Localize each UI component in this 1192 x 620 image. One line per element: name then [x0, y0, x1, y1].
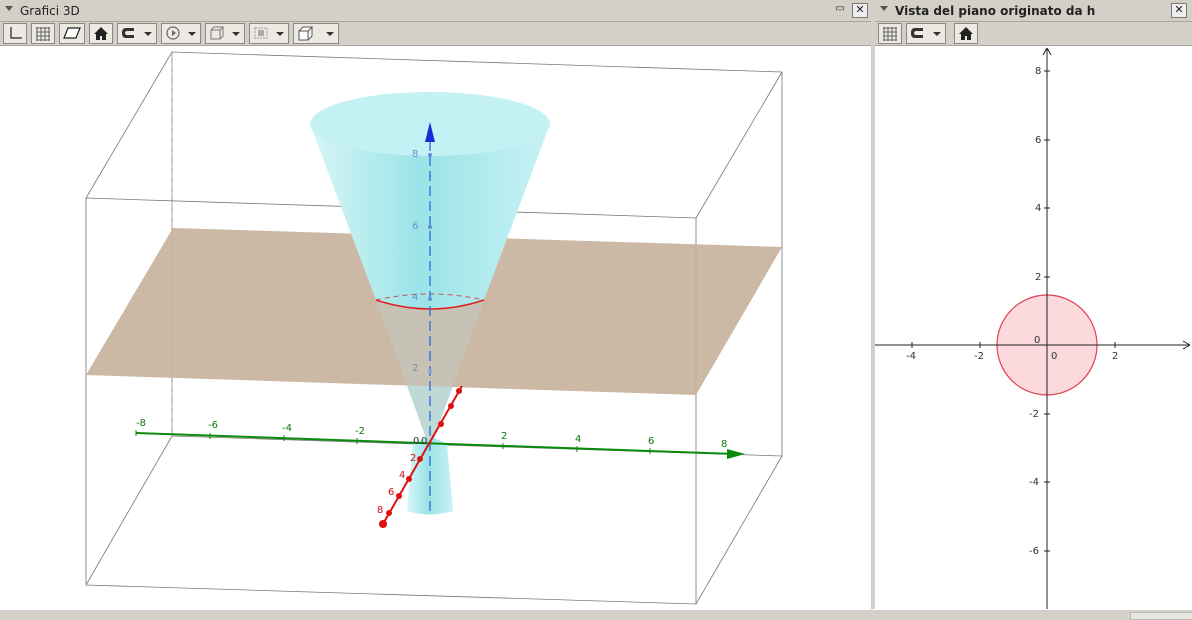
axes-toggle-button[interactable]: [3, 23, 27, 44]
view-titlebar: Grafici 3D ▭ ✕: [0, 0, 871, 22]
z-tick-label: 4: [412, 292, 418, 303]
grid-icon: [36, 27, 50, 41]
y-tick-label: -4: [1029, 477, 1039, 488]
grid-toggle-button[interactable]: [31, 23, 55, 44]
x-tick-label: 2: [501, 431, 507, 442]
y-tick-label: -2: [1029, 409, 1039, 420]
home-button[interactable]: [954, 23, 978, 44]
clipping-icon: [254, 27, 268, 39]
magnet-icon: [122, 28, 134, 38]
home-button[interactable]: [89, 23, 113, 44]
grid-toggle-button[interactable]: [878, 23, 902, 44]
view-direction-dropdown[interactable]: [205, 23, 245, 44]
x-tick-label: -4: [906, 351, 916, 362]
z-tick-label: 8: [412, 149, 418, 160]
y-tick-label: -6: [1029, 546, 1039, 557]
y-tick-label: 8: [1035, 66, 1041, 77]
point-capturing-dropdown[interactable]: [117, 23, 157, 44]
view-direction-icon: [210, 26, 225, 40]
x-tick-label: -2: [355, 426, 365, 437]
home-icon: [959, 27, 973, 40]
x-tick-label: 2: [1112, 351, 1118, 362]
view-title: Grafici 3D: [20, 4, 80, 18]
graphics-3d-canvas[interactable]: 2 4 6 8 -8 -6 -4 -2 0 0 2 4 6 8 2 4 6 8: [0, 46, 871, 609]
x-tick-label: 4: [575, 434, 581, 445]
y-tick-label: 8: [377, 505, 383, 516]
x-tick-label: -6: [208, 420, 218, 431]
style-bar: [0, 22, 871, 46]
origin-label: 0: [421, 436, 427, 447]
x-origin-label: 0: [413, 436, 419, 447]
plane-2d-view: Vista del piano originato da h ✕ -4 -2 0: [875, 0, 1192, 609]
x-tick-label: -4: [282, 423, 292, 434]
graphics-2d-canvas[interactable]: -4 -2 0 2 0 8 6 4 2 -2 -4 -6: [875, 46, 1192, 609]
x-axis-arrow: [727, 449, 745, 459]
rotate-icon: [166, 26, 180, 40]
x-tick-label: 8: [721, 439, 727, 450]
y-tick-label: 6: [388, 487, 394, 498]
y-tick-label: 6: [1035, 135, 1041, 146]
x-tick-label: 6: [648, 436, 654, 447]
view-menu-icon[interactable]: [5, 6, 13, 11]
close-view-button[interactable]: ✕: [852, 3, 868, 18]
grid-icon: [883, 27, 897, 41]
plane-2d-graph: -4 -2 0 2 0 8 6 4 2 -2 -4 -6: [875, 47, 1191, 609]
x-tick-label: -8: [136, 418, 146, 429]
origin-label: 0: [1034, 335, 1040, 346]
scene-3d: 2 4 6 8 -8 -6 -4 -2 0 0 2 4 6 8 2 4 6 8: [85, 51, 783, 605]
projection-icon: [298, 26, 314, 41]
scrollbar-thumb[interactable]: [1130, 612, 1192, 620]
clipping-dropdown[interactable]: [249, 23, 289, 44]
style-bar: [875, 22, 1192, 46]
z-tick-label: 6: [412, 221, 418, 232]
axes-icon: [10, 27, 22, 39]
x-tick-label: -2: [974, 351, 984, 362]
y-tick-label: 4: [399, 470, 405, 481]
undock-icon[interactable]: ▭: [834, 4, 846, 15]
x-tick-label: 0: [1051, 351, 1057, 362]
rotate-view-dropdown[interactable]: [161, 23, 201, 44]
z-tick-label: 2: [412, 363, 418, 374]
view-titlebar: Vista del piano originato da h ✕: [875, 0, 1192, 22]
projection-dropdown[interactable]: [293, 23, 339, 44]
view-menu-icon[interactable]: [880, 6, 888, 11]
y-tick-label: 2: [410, 453, 416, 464]
magnet-icon: [911, 28, 923, 38]
plane-icon: [63, 27, 81, 39]
view-title: Vista del piano originato da h: [895, 4, 1096, 18]
plane-toggle-button[interactable]: [59, 23, 85, 44]
y-tick-label: 2: [1035, 272, 1041, 283]
home-icon: [94, 27, 108, 40]
close-view-button[interactable]: ✕: [1171, 3, 1187, 18]
point-capturing-dropdown[interactable]: [906, 23, 946, 44]
graphics-3d-view: Grafici 3D ▭ ✕ 2 4 6 8 -8 -6 -4 -2 0 0 2…: [0, 0, 871, 609]
y-tick-label: 4: [1035, 203, 1041, 214]
